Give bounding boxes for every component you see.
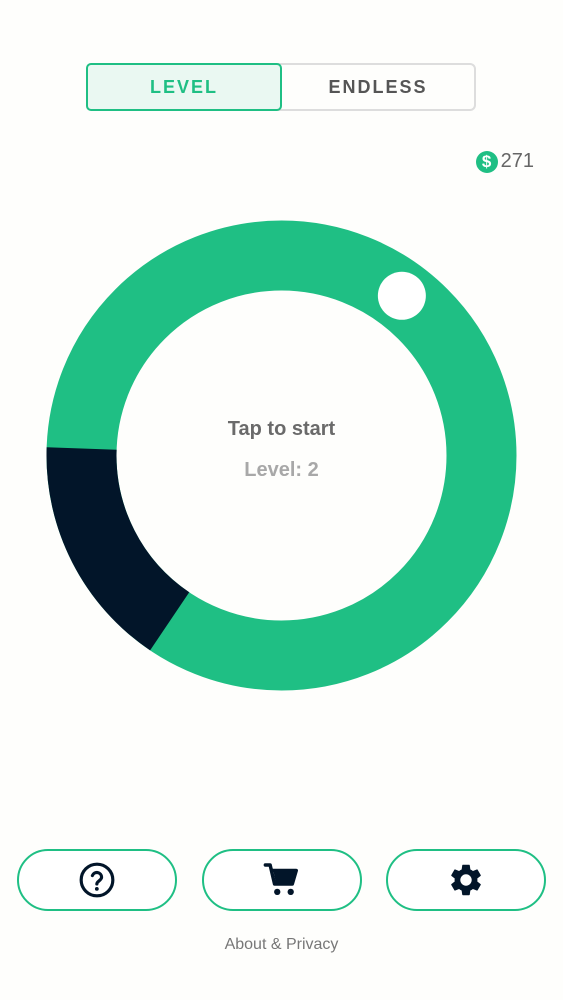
mode-toggle: LEVEL ENDLESS bbox=[86, 63, 476, 111]
dollar-coin-icon: $ bbox=[475, 150, 498, 173]
help-button[interactable] bbox=[17, 849, 177, 911]
coin-amount: 271 bbox=[500, 150, 534, 172]
game-ring[interactable]: Tap to start Level: 2 bbox=[46, 220, 517, 691]
game-screen: LEVEL ENDLESS $ 271 Tap to start Level: … bbox=[0, 0, 563, 1000]
level-mode-tab[interactable]: LEVEL bbox=[86, 63, 282, 111]
settings-button[interactable] bbox=[386, 849, 546, 911]
help-circle-icon bbox=[79, 862, 115, 898]
target-zone bbox=[46, 447, 190, 651]
shop-button[interactable] bbox=[201, 849, 362, 911]
ball bbox=[377, 271, 426, 320]
endless-mode-tab[interactable]: ENDLESS bbox=[282, 65, 474, 109]
about-privacy-link[interactable]: About & Privacy bbox=[0, 936, 563, 954]
gear-icon bbox=[451, 864, 481, 896]
shopping-cart-icon bbox=[263, 863, 298, 896]
coin-balance: $ 271 bbox=[475, 150, 534, 173]
ring-graphic bbox=[46, 220, 517, 691]
bottom-bar bbox=[17, 849, 546, 911]
